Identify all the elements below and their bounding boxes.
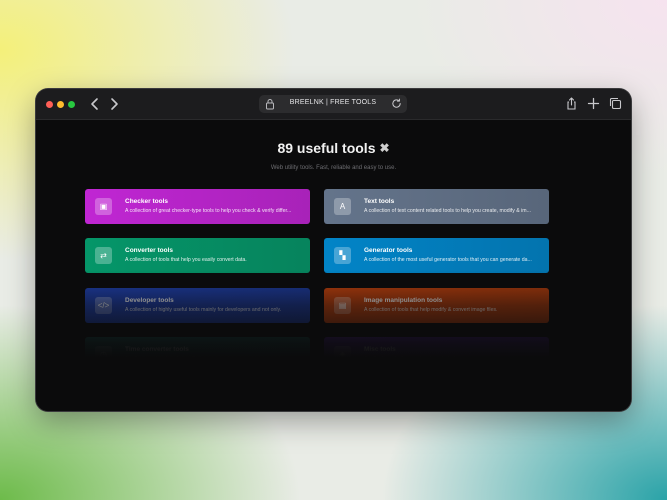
category-title: Text tools	[364, 198, 395, 205]
category-description: A collection of tools that help you easi…	[125, 257, 247, 263]
text-icon: A	[334, 198, 351, 215]
category-title: Developer tools	[125, 297, 174, 304]
category-title: Time converter tools	[125, 346, 189, 353]
category-description: A collection of tools that help modify &…	[364, 307, 498, 313]
category-card-image-manipulation-tools[interactable]: ▤ Image manipulation tools A collection …	[324, 288, 549, 323]
category-title: Generator tools	[364, 247, 413, 254]
browser-toolbar: BREELNK | FREE TOOLS	[36, 89, 631, 120]
address-bar[interactable]: BREELNK | FREE TOOLS	[259, 95, 407, 113]
page-subtitle: Web utility tools. Fast, reliable and ea…	[270, 165, 397, 171]
category-description: A collection of text content related too…	[364, 208, 531, 214]
category-card-misc-tools[interactable]: ◈ Misc tools A collection of other rando…	[324, 337, 549, 372]
zoom-window-button[interactable]	[68, 101, 75, 108]
close-window-button[interactable]	[46, 101, 53, 108]
tabs-overview-icon[interactable]	[609, 97, 622, 110]
category-card-text-tools[interactable]: A Text tools A collection of text conten…	[324, 189, 549, 224]
chevron-left-icon[interactable]	[88, 97, 102, 111]
code-icon: </>	[95, 297, 112, 314]
convert-icon: ⇄	[95, 247, 112, 264]
category-title: Misc tools	[364, 346, 396, 353]
category-title: Checker tools	[125, 198, 168, 205]
address-text: BREELNK | FREE TOOLS	[289, 99, 377, 106]
category-description: A collection of highly useful tools main…	[125, 307, 282, 313]
browser-window: BREELNK | FREE TOOLS 89 useful tools ✖ We…	[36, 89, 631, 411]
category-description: A collection of great checker-type tools…	[125, 208, 292, 214]
category-card-converter-tools[interactable]: ⇄ Converter tools A collection of tools …	[85, 238, 310, 273]
category-description: A collection of tools to help with time …	[125, 356, 239, 362]
category-title: Image manipulation tools	[364, 297, 443, 304]
category-card-developer-tools[interactable]: </> Developer tools A collection of high…	[85, 288, 310, 323]
clock-icon: ◷	[95, 346, 112, 363]
page-content: 89 useful tools ✖ Web utility tools. Fast…	[36, 120, 631, 411]
share-icon[interactable]	[565, 97, 578, 110]
checklist-icon: ▣	[95, 198, 112, 215]
category-card-generator-tools[interactable]: ▚ Generator tools A collection of the mo…	[324, 238, 549, 273]
image-icon: ▤	[334, 297, 351, 314]
category-title: Converter tools	[125, 247, 174, 254]
reload-icon[interactable]	[391, 98, 402, 109]
chevron-right-icon[interactable]	[107, 97, 121, 111]
minimize-window-button[interactable]	[57, 101, 64, 108]
plus-icon[interactable]	[587, 97, 600, 110]
category-description: A collection of the most useful generato…	[364, 257, 532, 263]
page-title-row: 89 useful tools ✖	[36, 140, 631, 156]
page-title: 89 useful tools	[277, 140, 376, 156]
misc-icon: ◈	[334, 346, 351, 363]
category-card-checker-tools[interactable]: ▣ Checker tools A collection of great ch…	[85, 189, 310, 224]
tools-icon: ✖	[379, 141, 390, 155]
generator-icon: ▚	[334, 247, 351, 264]
category-card-time-converter-tools[interactable]: ◷ Time converter tools A collection of t…	[85, 337, 310, 372]
category-description: A collection of other random tools to he…	[364, 356, 469, 362]
